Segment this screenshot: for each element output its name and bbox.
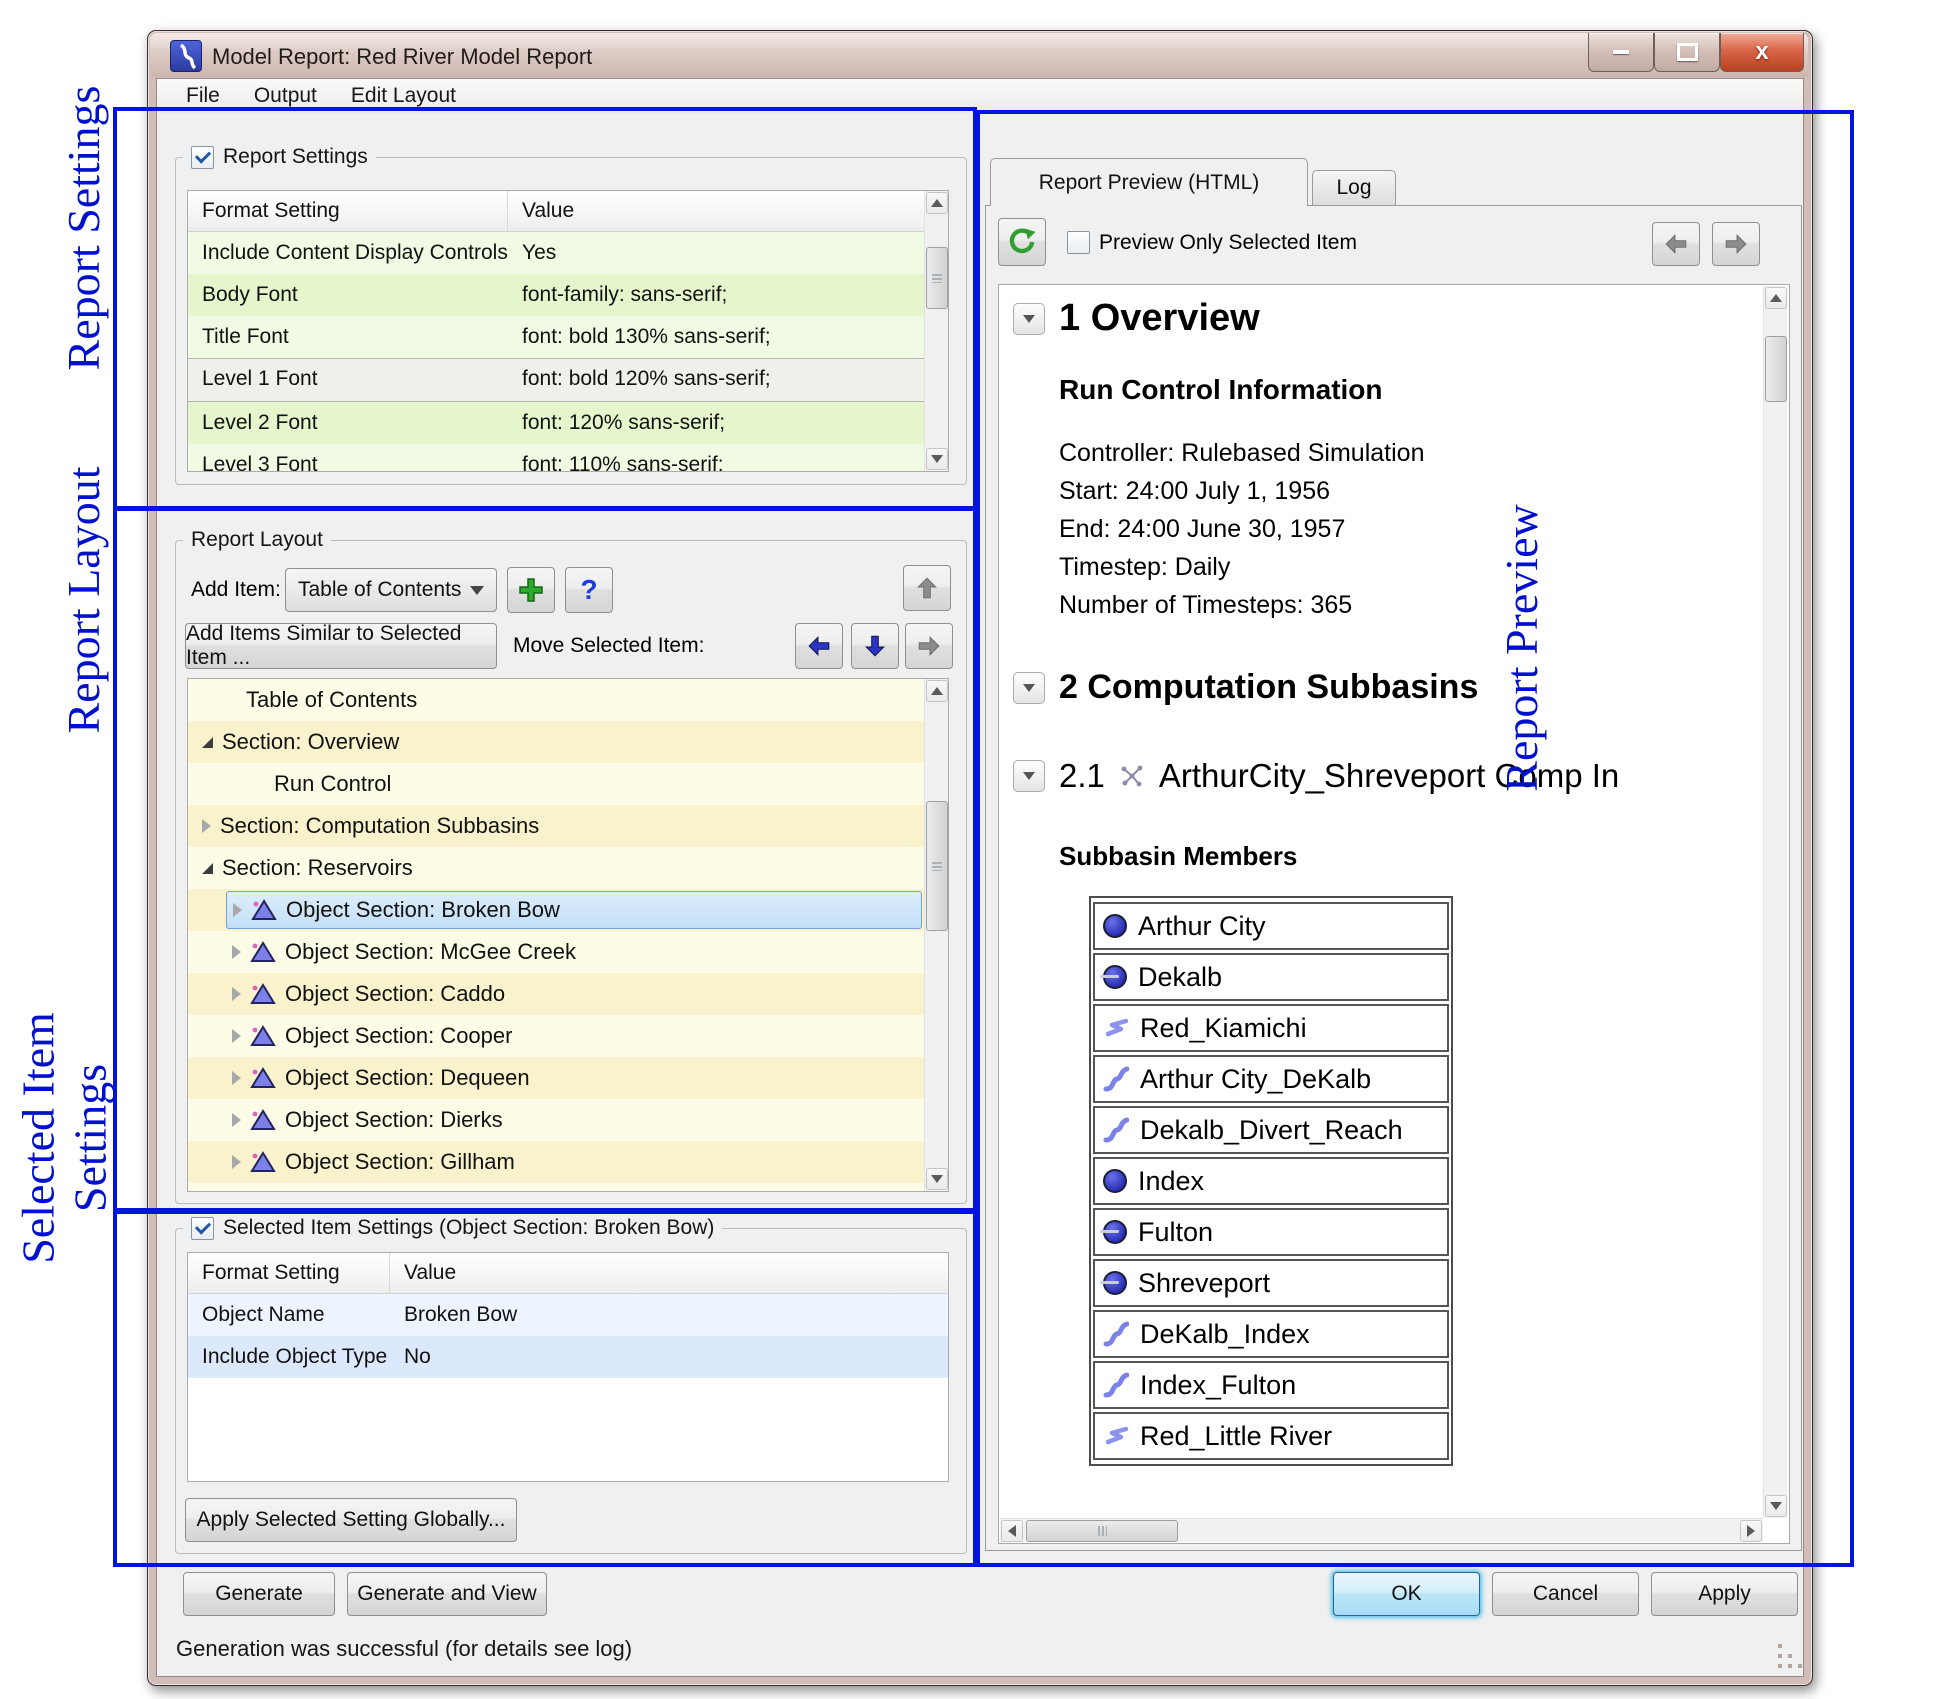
menu-edit-layout[interactable]: Edit Layout [334,84,473,108]
annotation-label-report-settings: Report Settings [58,86,110,371]
menu-output[interactable]: Output [237,84,334,108]
riverware-app-icon [170,40,202,72]
menu-file[interactable]: File [169,84,237,108]
resize-grip[interactable] [1778,1644,1782,1648]
apply-button[interactable]: Apply [1651,1572,1798,1616]
close-icon: x [1755,40,1768,64]
maximize-icon [1677,43,1698,61]
maximize-button[interactable] [1654,33,1720,72]
status-message: Generation was successful (for details s… [176,1636,632,1662]
annotation-box-selected-item [113,1210,977,1567]
annotation-label-report-layout: Report Layout [58,467,110,734]
minimize-button[interactable] [1588,33,1654,72]
annotation-label-selected-item: Selected Item Settings [12,1012,115,1264]
close-button[interactable]: x [1720,33,1804,72]
minimize-icon [1613,50,1629,54]
annotation-box-report-layout [113,507,977,1212]
generate-and-view-button[interactable]: Generate and View [347,1572,547,1616]
window-title: Model Report: Red River Model Report [212,44,592,70]
generate-button[interactable]: Generate [183,1572,335,1616]
annotation-box-report-preview [976,110,1854,1567]
cancel-button[interactable]: Cancel [1492,1572,1639,1616]
annotation-label-report-preview: Report Preview [1496,504,1548,791]
ok-button[interactable]: OK [1333,1572,1480,1616]
annotation-box-report-settings [113,107,977,510]
